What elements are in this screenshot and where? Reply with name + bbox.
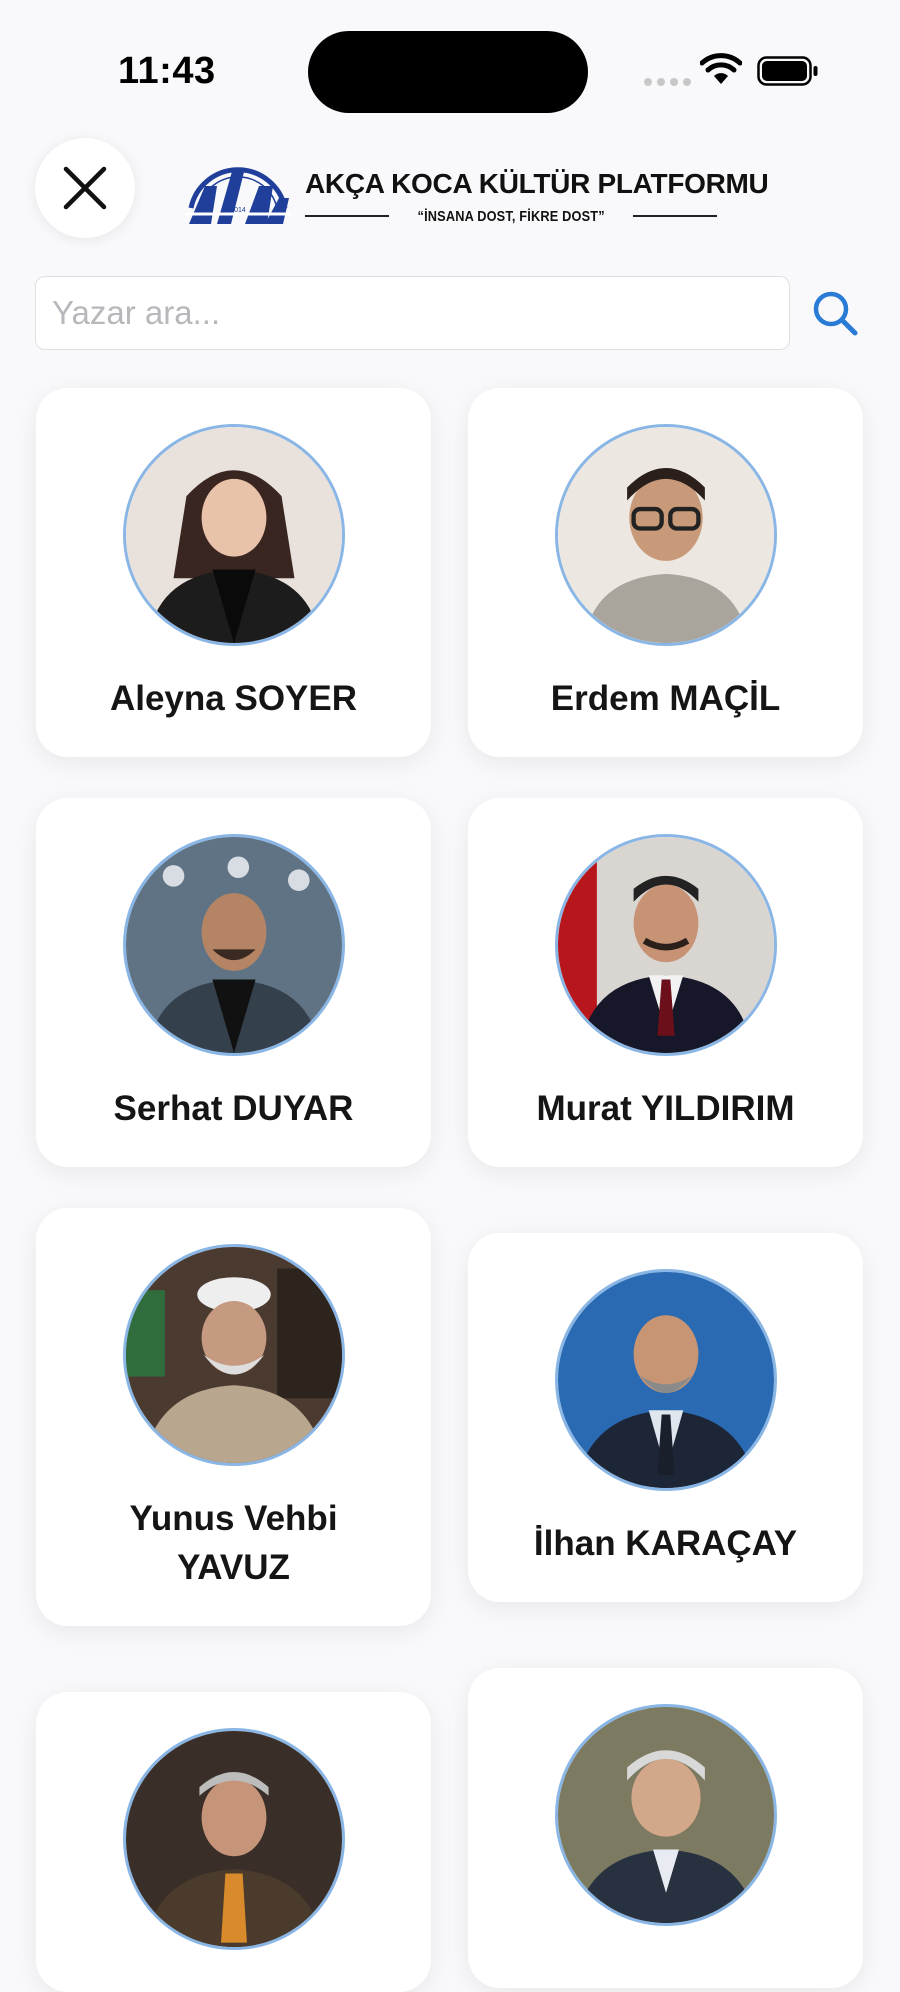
author-avatar (122, 1244, 345, 1466)
slogan-line-right (633, 215, 718, 217)
author-card[interactable]: Yunus Vehbi YAVUZ (36, 1208, 431, 1626)
logo-year: 2014 (230, 207, 246, 214)
author-avatar (554, 1704, 777, 1926)
platform-logo: 2014 (185, 167, 291, 224)
author-card[interactable] (36, 1692, 431, 1992)
author-card[interactable]: İlhan KARAÇAY (468, 1233, 863, 1602)
dynamic-island (308, 31, 588, 113)
author-card[interactable] (468, 1668, 863, 1988)
search-icon[interactable] (810, 288, 860, 338)
author-card[interactable]: Serhat DUYAR (36, 798, 431, 1167)
author-name: Serhat DUYAR (113, 1089, 354, 1128)
author-card[interactable]: Erdem MAÇİL (468, 388, 863, 757)
slogan-line-left (305, 215, 389, 217)
author-name: Aleyna SOYER (109, 679, 358, 718)
close-icon (63, 166, 107, 210)
author-avatar (554, 1269, 777, 1491)
author-avatar (554, 834, 777, 1056)
author-avatar (122, 424, 345, 646)
cellular-signal-icon (644, 78, 691, 86)
slogan-text: “İNSANA DOST, FİKRE DOST” (417, 207, 605, 225)
author-name: Murat YILDIRIM (536, 1089, 795, 1128)
author-avatar (122, 1728, 345, 1950)
author-avatar (122, 834, 345, 1056)
brand-title: AKÇA KOCA KÜLTÜR PLATFORMU (305, 168, 769, 199)
wifi-icon (700, 53, 742, 84)
battery-icon (757, 56, 818, 86)
status-time: 11:43 (118, 50, 216, 92)
author-card[interactable]: Aleyna SOYER (36, 388, 431, 757)
author-avatar (554, 424, 777, 646)
author-name: İlhan KARAÇAY (533, 1524, 798, 1563)
author-name: Yunus Vehbi YAVUZ (129, 1499, 338, 1587)
author-name: Erdem MAÇİL (550, 679, 781, 718)
close-button[interactable] (35, 138, 135, 238)
author-card[interactable]: Murat YILDIRIM (468, 798, 863, 1167)
slogan-row: “İNSANA DOST, FİKRE DOST” (305, 206, 718, 226)
author-search-input[interactable] (35, 276, 790, 350)
